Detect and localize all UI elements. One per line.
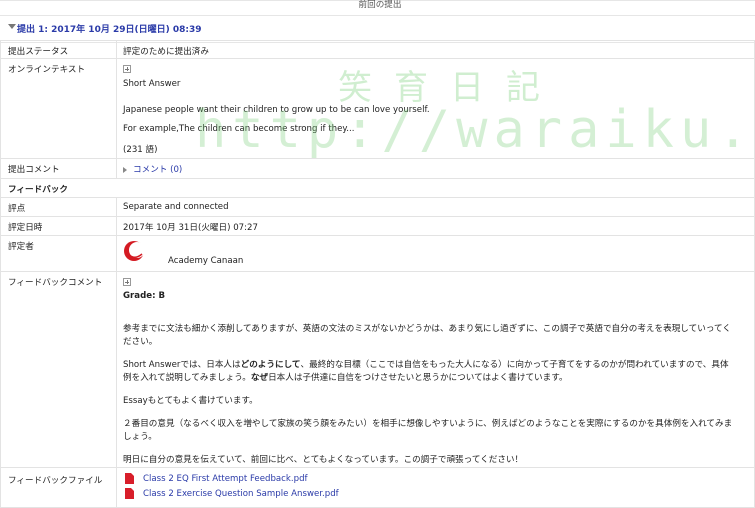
graded-on-value: 2017年 10月 31日(火曜日) 07:27 <box>116 216 755 236</box>
row-grade: 評点 Separate and connected <box>0 197 755 217</box>
graded-on-label: 評定日時 <box>0 216 117 236</box>
feedback-p3: Essayもとてもよく書けています。 <box>123 396 258 406</box>
file-item[interactable]: Class 2 EQ First Attempt Feedback.pdf <box>123 472 754 487</box>
row-feedback-heading: フィードバック <box>0 178 755 198</box>
submission-comment-label: 提出コメント <box>0 158 117 179</box>
status-label: 提出ステータス <box>0 40 117 59</box>
feedback-comment-cell: Grade: B 参考までに文法も細かく添削してありますが、英語の文法のミスがな… <box>116 271 755 468</box>
pdf-icon <box>125 488 134 499</box>
attempt-header[interactable]: 提出 1: 2017年 10月 29日(日曜日) 08:39 <box>0 15 755 43</box>
grade-line: Grade: B <box>123 291 166 301</box>
feedback-p1: 参考までに文法も細かく添削してありますが、英語の文法のミスがないかどうかは、あま… <box>123 324 731 347</box>
collapse-triangle-icon[interactable] <box>8 24 16 29</box>
submission-comment-cell: コメント (0) <box>116 158 755 179</box>
row-graded-on: 評定日時 2017年 10月 31日(火曜日) 07:27 <box>0 216 755 236</box>
expand-icon[interactable] <box>123 278 131 286</box>
feedback-heading: フィードバック <box>0 178 755 198</box>
p2-emphasis-why: なぜ <box>250 373 269 383</box>
section-title: 前回の提出 <box>358 0 402 10</box>
grade-label: 評点 <box>0 197 117 217</box>
feedback-p4: ２番目の意見（なるべく収入を増やして家族の笑う顔をみたい）を相手に想像しやすいよ… <box>123 419 733 442</box>
status-value: 評定のために提出済み <box>116 40 755 59</box>
grader-cell: Academy Canaan <box>116 235 755 272</box>
expand-triangle-icon[interactable] <box>123 166 127 173</box>
grade-value: Separate and connected <box>116 197 755 217</box>
p2-emphasis-how: どのようにして <box>240 360 301 370</box>
row-status: 提出ステータス 評定のために提出済み <box>0 40 755 59</box>
comments-link[interactable]: コメント (0) <box>133 165 182 175</box>
online-text-label: オンラインテキスト <box>0 58 117 159</box>
row-grader: 評定者 Academy Canaan <box>0 235 755 272</box>
feedback-p2: Short Answerでは、日本人はどのようにして、最終的な目標（ここでは自信… <box>123 359 733 385</box>
feedback-files-label: フィードバックファイル <box>0 467 117 508</box>
row-submission-comment: 提出コメント コメント (0) <box>0 158 755 179</box>
feedback-files-cell: Class 2 EQ First Attempt Feedback.pdf Cl… <box>116 467 755 508</box>
attempt-title[interactable]: 提出 1: 2017年 10月 29日(日曜日) 08:39 <box>17 22 202 35</box>
grader-name[interactable]: Academy Canaan <box>168 256 243 266</box>
p2-part-a: Short Answerでは、日本人は <box>123 360 241 370</box>
file-link[interactable]: Class 2 EQ First Attempt Feedback.pdf <box>143 474 308 484</box>
row-feedback-files: フィードバックファイル Class 2 EQ First Attempt Fee… <box>0 467 755 508</box>
pdf-icon <box>125 473 134 484</box>
feedback-p5: 明日に自分の意見を伝えていて、前回に比べ、とてもよくなっています。この調子で頑張… <box>123 455 524 465</box>
p2-part-e: 日本人は子供達に自信をつけさせたいと思うかについてはよく書けています。 <box>268 373 568 383</box>
row-feedback-comment: フィードバックコメント Grade: B 参考までに文法も細かく添削してあります… <box>0 271 755 468</box>
file-link[interactable]: Class 2 Exercise Question Sample Answer.… <box>143 489 339 499</box>
watermark-url: http://waraiku.net/ <box>195 100 755 160</box>
avatar[interactable] <box>123 240 145 262</box>
feedback-comment-label: フィードバックコメント <box>0 271 117 468</box>
grader-label: 評定者 <box>0 235 117 272</box>
expand-icon[interactable] <box>123 65 131 73</box>
